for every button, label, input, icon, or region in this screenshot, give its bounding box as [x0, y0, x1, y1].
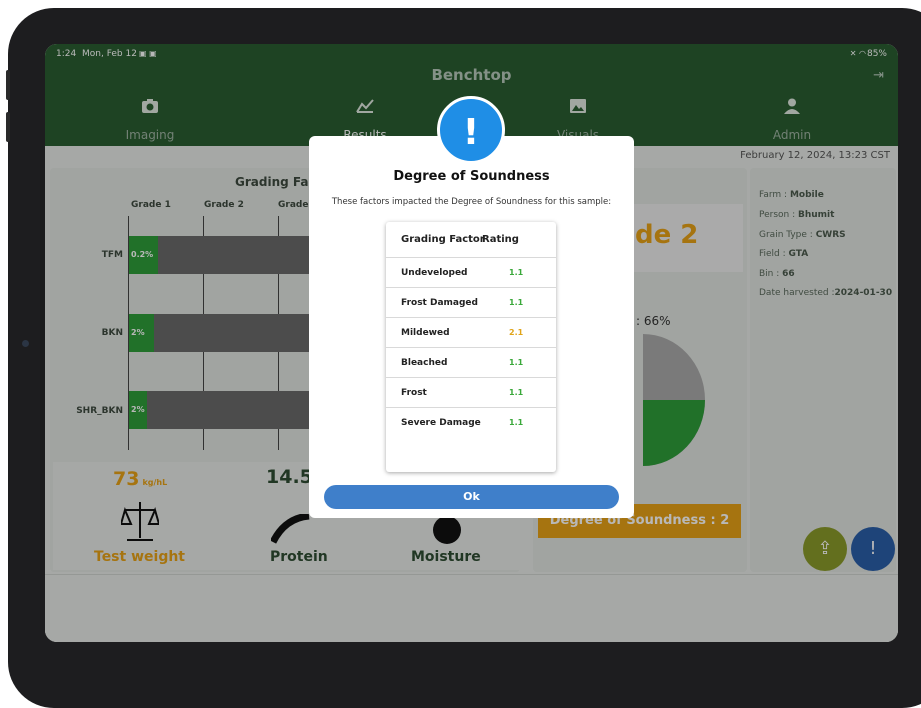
factor-rating: 1.1	[509, 268, 524, 277]
factor-rating: 1.1	[509, 388, 524, 397]
factor-rating: 2.1	[509, 328, 524, 337]
table-row: Undeveloped 1.1	[386, 257, 556, 288]
factor-rating: 1.1	[509, 358, 524, 367]
factor-name: Undeveloped	[401, 268, 468, 278]
factor-name: Frost	[401, 388, 427, 398]
table-row: Frost 1.1	[386, 377, 556, 408]
ok-button[interactable]: Ok	[324, 485, 619, 509]
front-camera	[22, 340, 29, 347]
factor-name: Mildewed	[401, 328, 450, 338]
table-row: Severe Damage 1.1	[386, 407, 556, 438]
header-rating: Rating	[482, 234, 519, 245]
factor-name: Bleached	[401, 358, 448, 368]
alert-icon: !	[437, 96, 505, 164]
dialog-title: Degree of Soundness	[393, 169, 550, 184]
table-row: Frost Damaged 1.1	[386, 287, 556, 318]
header-grading-factor: Grading Factor	[401, 234, 485, 245]
volume-button	[6, 112, 10, 142]
volume-button	[6, 70, 10, 100]
factor-table: Grading Factor Rating Undeveloped 1.1 Fros…	[386, 222, 556, 472]
dialog-subtitle: These factors impacted the Degree of Sou…	[331, 197, 612, 207]
table-row: Mildewed 2.1	[386, 317, 556, 348]
factor-rating: 1.1	[509, 418, 524, 427]
table-row: Bleached 1.1	[386, 347, 556, 378]
factor-rating: 1.1	[509, 298, 524, 307]
factor-name: Severe Damage	[401, 418, 481, 428]
factor-name: Frost Damaged	[401, 298, 478, 308]
